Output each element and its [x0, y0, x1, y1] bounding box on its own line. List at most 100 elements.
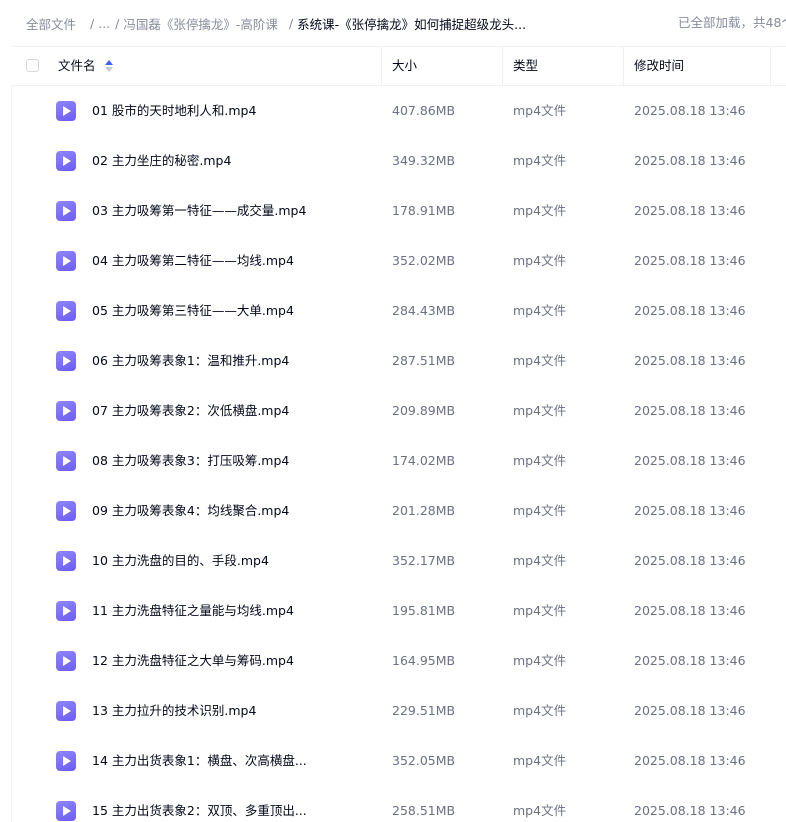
column-header-name-label: 文件名	[58, 58, 96, 73]
file-size: 201.28MB	[392, 503, 456, 518]
video-file-icon	[56, 501, 76, 521]
breadcrumb-separator: /	[90, 15, 95, 31]
video-file-icon	[56, 601, 76, 621]
breadcrumb-separator: /	[288, 15, 294, 31]
column-header-type[interactable]: 类型	[513, 47, 538, 85]
breadcrumb-ellipsis[interactable]: ...	[98, 16, 110, 31]
video-file-icon	[56, 701, 76, 721]
table-row[interactable]: 08 主力吸筹表象3：打压吸筹.mp4 174.02MB mp4文件 2025.…	[12, 436, 786, 486]
file-size: 352.05MB	[392, 753, 456, 768]
file-type: mp4文件	[513, 403, 567, 418]
file-modified: 2025.08.18 13:46	[634, 403, 746, 418]
sort-ascending-icon[interactable]	[104, 60, 113, 72]
file-type: mp4文件	[513, 353, 567, 368]
file-name[interactable]: 07 主力吸筹表象2：次低横盘.mp4	[92, 386, 289, 436]
file-modified: 2025.08.18 13:46	[634, 753, 746, 768]
column-header-modified[interactable]: 修改时间	[634, 47, 684, 85]
file-modified: 2025.08.18 13:46	[634, 103, 746, 118]
file-name[interactable]: 08 主力吸筹表象3：打压吸筹.mp4	[92, 436, 289, 486]
file-type: mp4文件	[513, 253, 567, 268]
file-type: mp4文件	[513, 703, 567, 718]
file-name[interactable]: 02 主力坐庄的秘密.mp4	[92, 136, 231, 186]
table-row[interactable]: 12 主力洗盘特征之大单与筹码.mp4 164.95MB mp4文件 2025.…	[12, 636, 786, 686]
file-size: 195.81MB	[392, 603, 456, 618]
file-type: mp4文件	[513, 603, 567, 618]
file-name[interactable]: 10 主力洗盘的目的、手段.mp4	[92, 536, 269, 586]
table-row[interactable]: 05 主力吸筹第三特征——大单.mp4 284.43MB mp4文件 2025.…	[12, 286, 786, 336]
file-name[interactable]: 09 主力吸筹表象4：均线聚合.mp4	[92, 486, 289, 536]
file-size: 258.51MB	[392, 803, 456, 818]
file-name[interactable]: 15 主力出货表象2：双顶、多重顶出...	[92, 786, 307, 822]
table-row[interactable]: 01 股市的天时地利人和.mp4 407.86MB mp4文件 2025.08.…	[12, 86, 786, 136]
table-header: 文件名 大小 类型 修改时间	[12, 46, 786, 86]
video-file-icon	[56, 401, 76, 421]
file-size: 287.51MB	[392, 353, 456, 368]
breadcrumb-current: 系统课-《张停擒龙》如何捕捉超级龙头...	[297, 16, 527, 32]
column-divider[interactable]	[381, 47, 382, 85]
file-name[interactable]: 13 主力拉升的技术识别.mp4	[92, 686, 256, 736]
file-size: 229.51MB	[392, 703, 456, 718]
file-modified: 2025.08.18 13:46	[634, 603, 746, 618]
file-type: mp4文件	[513, 753, 567, 768]
select-all-checkbox[interactable]	[26, 59, 39, 72]
file-name[interactable]: 06 主力吸筹表象1：温和推升.mp4	[92, 336, 289, 386]
file-modified: 2025.08.18 13:46	[634, 353, 746, 368]
file-name[interactable]: 05 主力吸筹第三特征——大单.mp4	[92, 286, 294, 336]
file-size: 209.89MB	[392, 403, 456, 418]
breadcrumb-separator: /	[115, 15, 120, 31]
video-file-icon	[56, 101, 76, 121]
file-name[interactable]: 04 主力吸筹第二特征——均线.mp4	[92, 236, 294, 286]
file-type: mp4文件	[513, 153, 567, 168]
file-list: 01 股市的天时地利人和.mp4 407.86MB mp4文件 2025.08.…	[12, 86, 786, 822]
file-modified: 2025.08.18 13:46	[634, 653, 746, 668]
file-size: 352.02MB	[392, 253, 456, 268]
file-type: mp4文件	[513, 453, 567, 468]
file-name[interactable]: 01 股市的天时地利人和.mp4	[92, 86, 256, 136]
video-file-icon	[56, 451, 76, 471]
table-row[interactable]: 02 主力坐庄的秘密.mp4 349.32MB mp4文件 2025.08.18…	[12, 136, 786, 186]
column-header-size[interactable]: 大小	[392, 47, 417, 85]
breadcrumb-parent-link[interactable]: 冯国磊《张停擒龙》-高阶课	[123, 14, 278, 33]
file-modified: 2025.08.18 13:46	[634, 803, 746, 818]
file-modified: 2025.08.18 13:46	[634, 153, 746, 168]
video-file-icon	[56, 551, 76, 571]
table-row[interactable]: 13 主力拉升的技术识别.mp4 229.51MB mp4文件 2025.08.…	[12, 686, 786, 736]
column-divider[interactable]	[502, 47, 503, 85]
file-name[interactable]: 14 主力出货表象1：横盘、次高横盘...	[92, 736, 307, 786]
file-name[interactable]: 03 主力吸筹第一特征——成交量.mp4	[92, 186, 306, 236]
file-name[interactable]: 12 主力洗盘特征之大单与筹码.mp4	[92, 636, 294, 686]
file-browser: 全部文件 / ... / 冯国磊《张停擒龙》-高阶课 / 系统课-《张停擒龙》如…	[0, 0, 786, 822]
table-row[interactable]: 06 主力吸筹表象1：温和推升.mp4 287.51MB mp4文件 2025.…	[12, 336, 786, 386]
breadcrumb-root-link[interactable]: 全部文件	[26, 14, 76, 33]
column-divider[interactable]	[770, 47, 771, 85]
table-row[interactable]: 11 主力洗盘特征之量能与均线.mp4 195.81MB mp4文件 2025.…	[12, 586, 786, 636]
table-row[interactable]: 14 主力出货表象1：横盘、次高横盘... 352.05MB mp4文件 202…	[12, 736, 786, 786]
table-row[interactable]: 10 主力洗盘的目的、手段.mp4 352.17MB mp4文件 2025.08…	[12, 536, 786, 586]
video-file-icon	[56, 201, 76, 221]
file-modified: 2025.08.18 13:46	[634, 553, 746, 568]
video-file-icon	[56, 251, 76, 271]
load-status: 已全部加载，共48个	[678, 15, 786, 30]
file-modified: 2025.08.18 13:46	[634, 453, 746, 468]
video-file-icon	[56, 151, 76, 171]
file-size: 284.43MB	[392, 303, 456, 318]
table-row[interactable]: 03 主力吸筹第一特征——成交量.mp4 178.91MB mp4文件 2025…	[12, 186, 786, 236]
table-row[interactable]: 09 主力吸筹表象4：均线聚合.mp4 201.28MB mp4文件 2025.…	[12, 486, 786, 536]
column-header-name[interactable]: 文件名	[58, 47, 113, 85]
table-row[interactable]: 04 主力吸筹第二特征——均线.mp4 352.02MB mp4文件 2025.…	[12, 236, 786, 286]
file-type: mp4文件	[513, 503, 567, 518]
file-size: 352.17MB	[392, 553, 456, 568]
file-size: 178.91MB	[392, 203, 456, 218]
file-name[interactable]: 11 主力洗盘特征之量能与均线.mp4	[92, 586, 294, 636]
table-row[interactable]: 07 主力吸筹表象2：次低横盘.mp4 209.89MB mp4文件 2025.…	[12, 386, 786, 436]
file-size: 407.86MB	[392, 103, 456, 118]
video-file-icon	[56, 801, 76, 821]
video-file-icon	[56, 651, 76, 671]
table-row[interactable]: 15 主力出货表象2：双顶、多重顶出... 258.51MB mp4文件 202…	[12, 786, 786, 822]
file-type: mp4文件	[513, 653, 567, 668]
breadcrumb: 全部文件 / ... / 冯国磊《张停擒龙》-高阶课 / 系统课-《张停擒龙》如…	[0, 0, 786, 46]
file-modified: 2025.08.18 13:46	[634, 503, 746, 518]
column-divider[interactable]	[623, 47, 624, 85]
video-file-icon	[56, 351, 76, 371]
file-size: 174.02MB	[392, 453, 456, 468]
